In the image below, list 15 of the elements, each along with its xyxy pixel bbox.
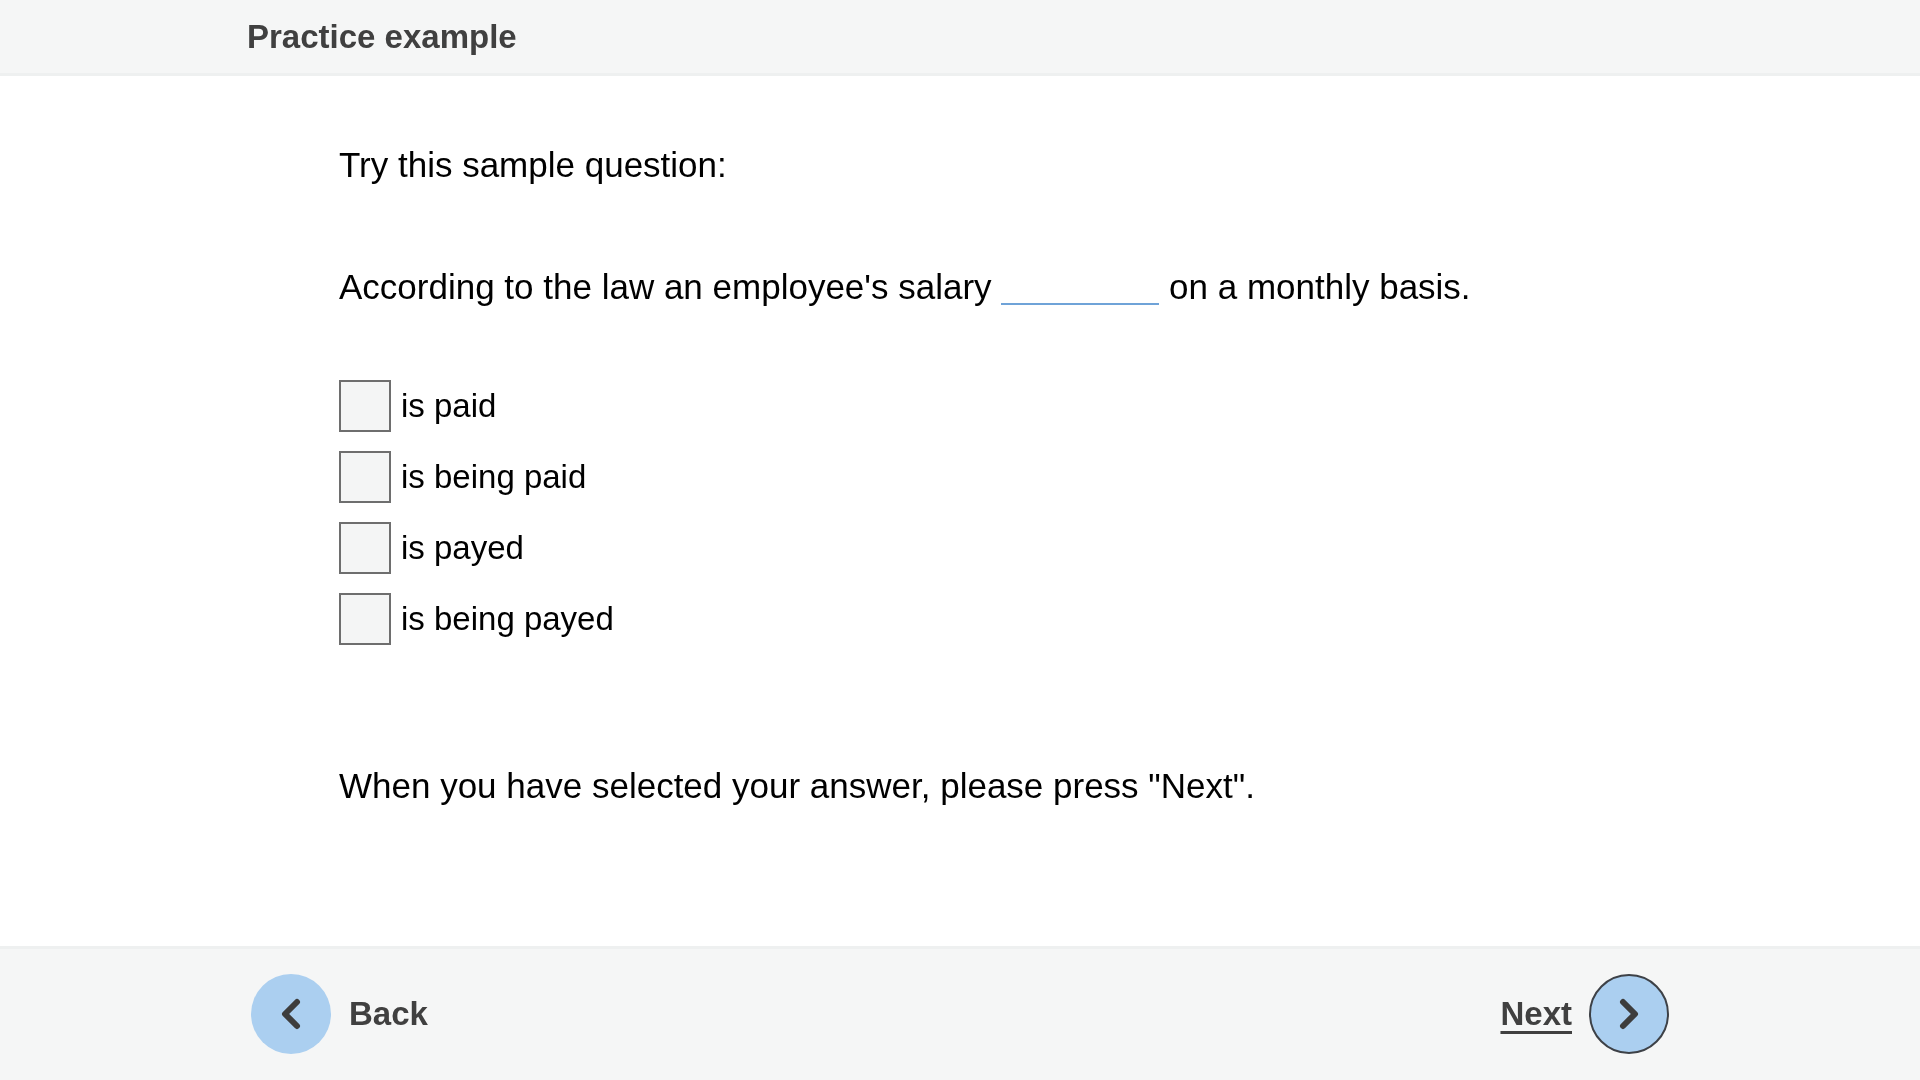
- question-text: According to the law an employee's salary: [339, 267, 992, 306]
- checkbox[interactable]: [339, 380, 391, 432]
- option-label: is payed: [401, 528, 524, 568]
- back-button[interactable]: Back: [251, 973, 428, 1054]
- checkbox[interactable]: [339, 522, 391, 574]
- instruction-text: When you have selected your answer, please press "Next".: [339, 766, 1256, 806]
- next-button[interactable]: Next: [1500, 973, 1669, 1054]
- question-text: on a monthly basis.: [1169, 267, 1471, 306]
- page-title: Practice example: [247, 20, 517, 53]
- intro-text: Try this sample question:: [339, 145, 728, 185]
- option-label: is being payed: [401, 599, 614, 639]
- checkbox[interactable]: [339, 593, 391, 645]
- option-label: is paid: [401, 386, 497, 426]
- option-label: is being paid: [401, 457, 587, 497]
- checkbox[interactable]: [339, 451, 391, 503]
